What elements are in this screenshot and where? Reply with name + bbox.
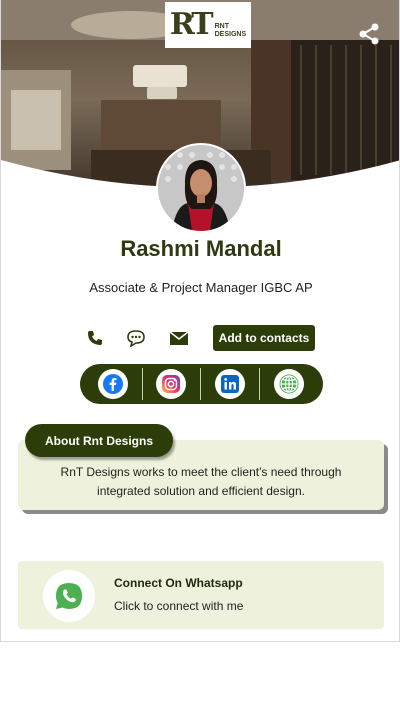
whatsapp-icon xyxy=(56,583,82,609)
about-text: RnT Designs works to meet the client's n… xyxy=(60,465,342,498)
chat-icon[interactable] xyxy=(125,327,147,349)
whatsapp-subtitle: Click to connect with me xyxy=(114,599,244,613)
avatar xyxy=(156,143,246,233)
whatsapp-icon-wrapper xyxy=(43,570,95,622)
profile-name: Rashmi Mandal xyxy=(120,236,282,261)
whatsapp-connect-button[interactable]: Connect On Whatsapp Click to connect wit… xyxy=(18,561,384,629)
logo-word-line-1: RNT xyxy=(214,23,229,31)
profile-title: Associate & Project Manager IGBC AP xyxy=(89,280,313,295)
linkedin-icon[interactable] xyxy=(215,369,245,399)
logo-wordmark: RNT DESIGNS xyxy=(215,23,247,38)
social-divider xyxy=(200,368,201,400)
social-divider xyxy=(259,368,260,400)
logo-word-line-2: DESIGNS xyxy=(214,31,247,38)
brand-logo: RT RNT DESIGNS xyxy=(165,2,251,48)
instagram-icon[interactable] xyxy=(156,369,186,399)
whatsapp-title: Connect On Whatsapp xyxy=(114,576,243,590)
profile-card: RT RNT DESIGNS Rashmi Mandal Associate &… xyxy=(0,0,400,642)
add-to-contacts-button[interactable]: Add to contacts xyxy=(213,325,315,351)
globe-icon[interactable] xyxy=(274,369,304,399)
about-heading: About Rnt Designs xyxy=(25,424,173,457)
logo-mark: RT xyxy=(169,7,214,42)
social-divider xyxy=(142,368,143,400)
share-icon[interactable] xyxy=(355,20,383,48)
email-icon[interactable] xyxy=(168,327,190,349)
action-row: Add to contacts xyxy=(1,325,399,353)
facebook-icon[interactable] xyxy=(98,369,128,399)
phone-icon[interactable] xyxy=(84,327,106,349)
social-links-bar xyxy=(80,364,323,404)
